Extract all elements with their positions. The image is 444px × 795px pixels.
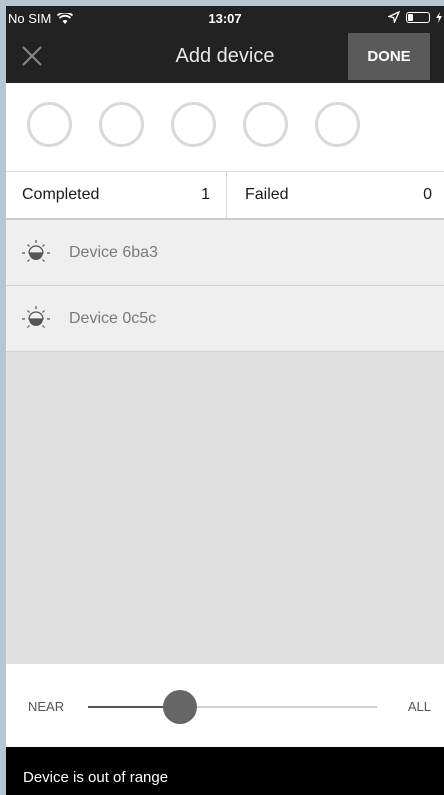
status-bar: No SIM 13:07 (6, 6, 444, 30)
location-arrow-icon (388, 11, 400, 23)
progress-circle (99, 102, 144, 147)
done-button[interactable]: DONE (348, 33, 430, 80)
bulb-icon (22, 239, 50, 262)
snackbar-message: Device is out of range (23, 769, 169, 786)
slider-min-label: NEAR (28, 699, 65, 714)
slider-max-label: ALL (407, 699, 431, 714)
device-list-item[interactable]: Device 0c5c (6, 286, 444, 352)
device-list: Device 6ba3 Device 0c5c (6, 220, 444, 664)
bulb-icon (22, 305, 50, 328)
status-time: 13:07 (208, 11, 242, 26)
slider-track[interactable] (88, 706, 377, 708)
charging-icon (436, 11, 442, 23)
failed-label: Failed (245, 186, 289, 203)
progress-circle (27, 102, 72, 147)
completed-count: 1 (201, 186, 210, 203)
status-right-group (388, 11, 442, 23)
progress-indicators (6, 83, 444, 171)
stats-row: Completed 1 Failed 0 (6, 171, 444, 220)
device-name: Device 6ba3 (69, 243, 158, 261)
app-header: Add device DONE (6, 30, 444, 83)
failed-count: 0 (423, 186, 432, 203)
progress-circle (243, 102, 288, 147)
completed-stat: Completed 1 (6, 172, 227, 218)
progress-circle (315, 102, 360, 147)
slider-thumb[interactable] (163, 690, 198, 724)
progress-circle (171, 102, 216, 147)
device-list-item[interactable]: Device 6ba3 (6, 220, 444, 286)
range-slider-section: NEAR ALL (6, 664, 444, 747)
failed-stat: Failed 0 (227, 172, 444, 218)
device-name: Device 0c5c (69, 309, 157, 327)
battery-level (408, 13, 413, 21)
completed-label: Completed (22, 186, 100, 203)
snackbar: Device is out of range (6, 747, 444, 795)
battery-icon (406, 11, 430, 23)
screen: No SIM 13:07 Add device DONE Completed 1… (6, 6, 444, 795)
